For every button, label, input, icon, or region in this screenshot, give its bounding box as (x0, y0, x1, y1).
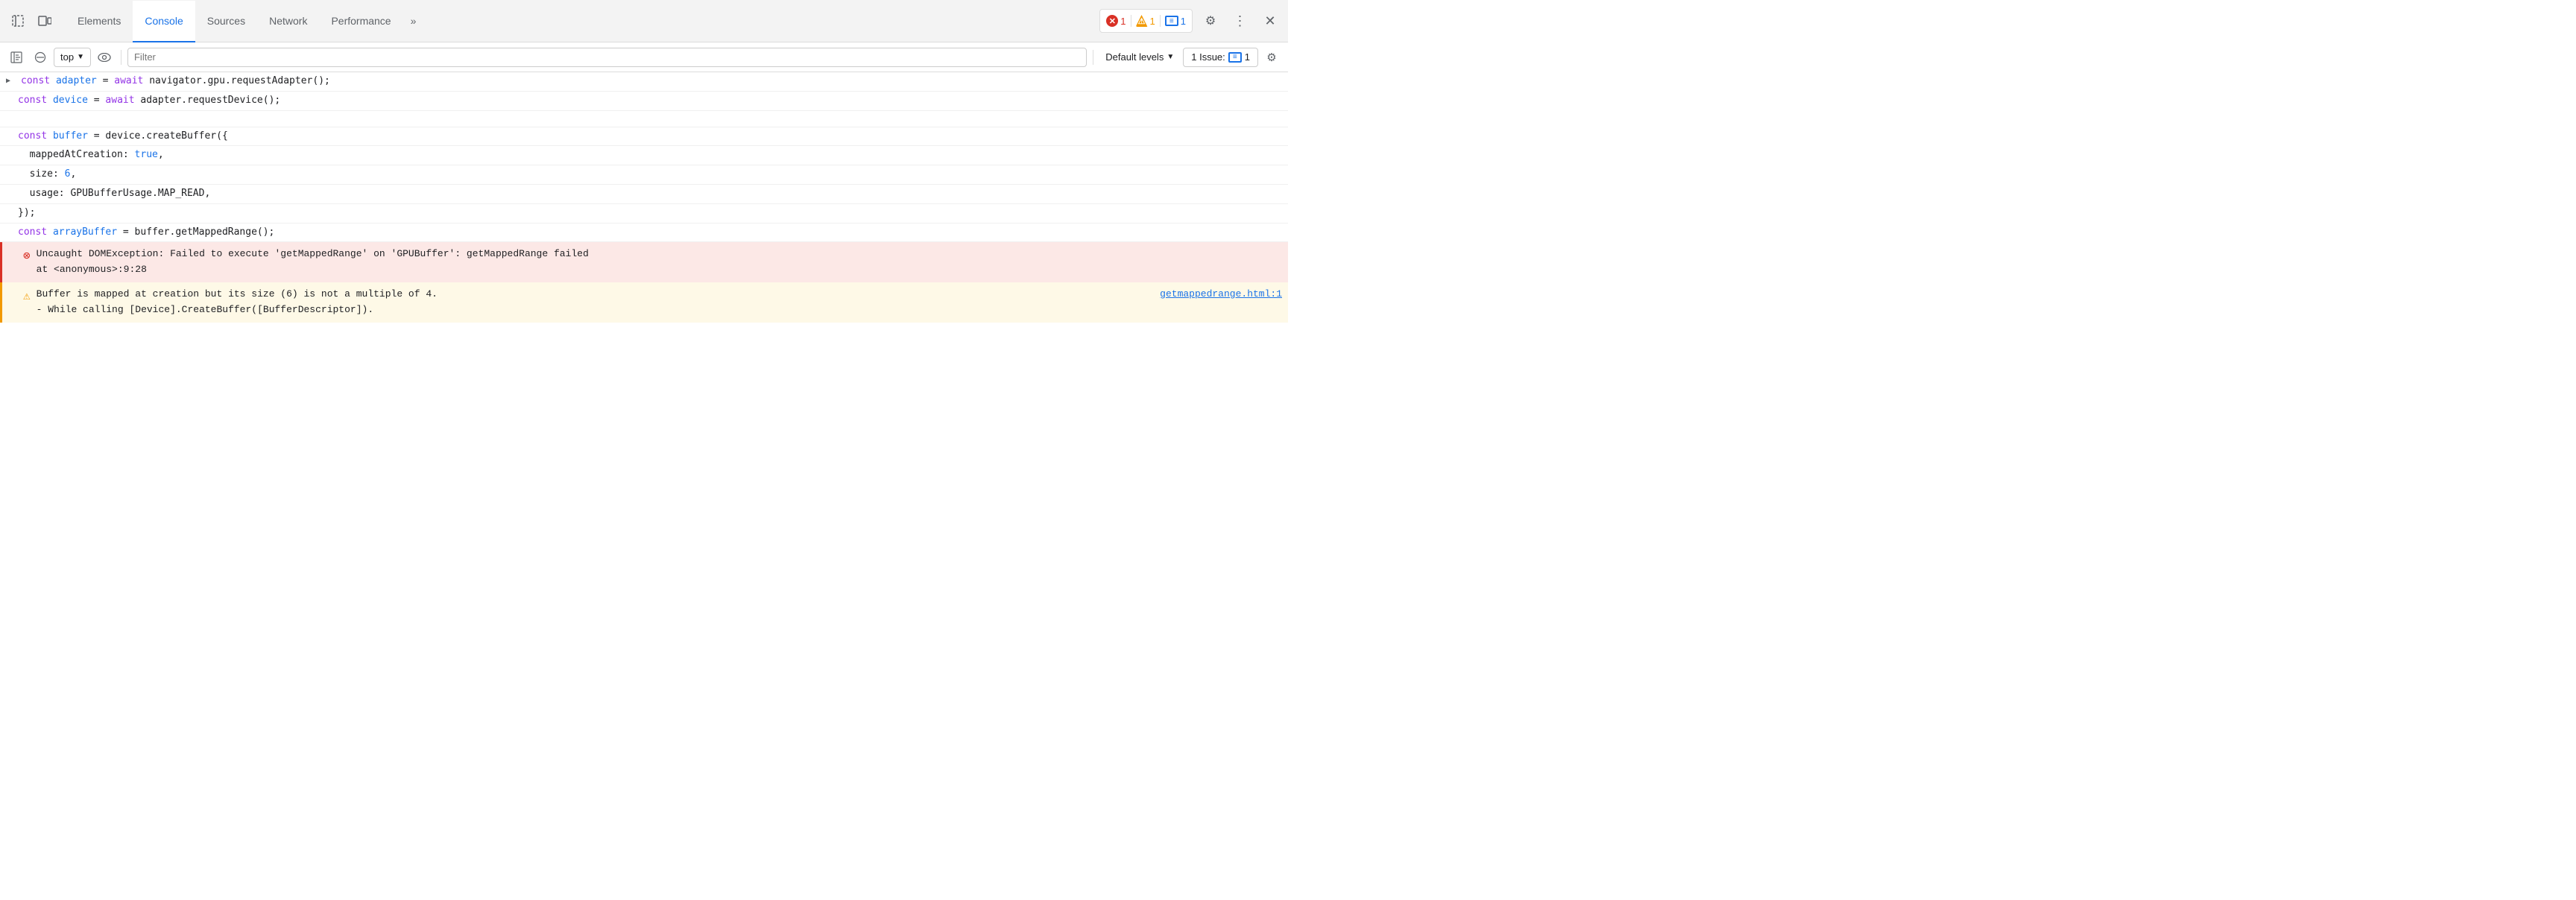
tab-network[interactable]: Network (257, 1, 319, 42)
more-options-button[interactable]: ⋮ (1228, 9, 1252, 33)
console-blank-line (0, 111, 1288, 127)
warning-message: ⚠ Buffer is mapped at creation but its s… (0, 282, 1288, 323)
error-sub-text: at <anonymous>:9:28 (37, 262, 589, 278)
warning-triangle-icon: ⚠ (23, 288, 31, 307)
issues-button[interactable]: 1 Issue: ≡ 1 (1183, 48, 1258, 67)
gear-icon: ⚙ (1266, 51, 1276, 64)
console-toolbar: top ▼ Default levels ▼ 1 Issue: ≡ 1 ⚙ (0, 42, 1288, 72)
console-line: const device = await adapter.requestDevi… (0, 92, 1288, 111)
devtools-icons (6, 9, 57, 33)
error-circle-icon: ✕ (1106, 15, 1118, 27)
clear-console-button[interactable] (30, 47, 51, 68)
filter-input[interactable] (127, 48, 1087, 67)
inspect-element-button[interactable] (6, 9, 30, 33)
console-line: ▶ const adapter = await navigator.gpu.re… (0, 72, 1288, 92)
console-line: mappedAtCreation: true, (0, 146, 1288, 165)
warning-main-text: Buffer is mapped at creation but its siz… (37, 287, 1155, 302)
chevron-down-icon: ▼ (1167, 53, 1174, 61)
message-badge: ≡ 1 (1165, 16, 1186, 27)
error-main-text: Uncaught DOMException: Failed to execute… (37, 247, 589, 262)
console-output: ▶ const adapter = await navigator.gpu.re… (0, 72, 1288, 450)
console-line: usage: GPUBufferUsage.MAP_READ, (0, 185, 1288, 204)
context-selector[interactable]: top ▼ (54, 48, 91, 67)
tab-bar-right: ✕ 1 ⚠ 1 ≡ 1 ⚙ ⋮ ✕ (1099, 9, 1282, 33)
console-line: size: 6, (0, 165, 1288, 185)
console-line: const arrayBuffer = buffer.getMappedRang… (0, 224, 1288, 243)
main-tabs: Elements Console Sources Network Perform… (66, 0, 423, 42)
warning-badge: ⚠ 1 (1136, 15, 1155, 27)
tab-elements[interactable]: Elements (66, 1, 133, 42)
issue-badges[interactable]: ✕ 1 ⚠ 1 ≡ 1 (1099, 9, 1193, 33)
console-line: const buffer = device.createBuffer({ (0, 127, 1288, 147)
console-settings-button[interactable]: ⚙ (1261, 47, 1282, 68)
tab-sources[interactable]: Sources (195, 1, 257, 42)
more-tabs-button[interactable]: » (403, 0, 424, 42)
warning-triangle-icon: ⚠ (1136, 15, 1148, 27)
settings-button[interactable]: ⚙ (1199, 9, 1222, 33)
close-icon: ✕ (1264, 13, 1275, 29)
tab-performance[interactable]: Performance (319, 1, 402, 42)
badge-divider-2 (1160, 15, 1161, 27)
gear-icon: ⚙ (1205, 13, 1216, 28)
close-devtools-button[interactable]: ✕ (1258, 9, 1282, 33)
issues-message-icon: ≡ (1228, 52, 1242, 63)
warning-sub-text: - While calling [Device].CreateBuffer([B… (37, 302, 1155, 318)
console-line: }); (0, 204, 1288, 224)
error-message: ⊗ Uncaught DOMException: Failed to execu… (0, 242, 1288, 282)
message-icon: ≡ (1165, 16, 1178, 26)
tab-bar: Elements Console Sources Network Perform… (0, 0, 1288, 42)
main-layout: top ▼ Default levels ▼ 1 Issue: ≡ 1 ⚙ (0, 42, 1288, 450)
chevron-down-icon: ▼ (77, 53, 84, 61)
three-dot-icon: ⋮ (1234, 13, 1248, 29)
error-circle-icon: ⊗ (23, 247, 31, 267)
tab-console[interactable]: Console (133, 1, 195, 42)
log-levels-selector[interactable]: Default levels ▼ (1099, 50, 1180, 64)
expand-arrow-icon[interactable]: ▶ (6, 76, 18, 88)
sidebar-toggle-button[interactable] (6, 47, 27, 68)
error-badge: ✕ 1 (1106, 15, 1126, 27)
device-toolbar-button[interactable] (33, 9, 57, 33)
warning-source-link[interactable]: getmappedrange.html:1 (1160, 287, 1282, 302)
live-expressions-button[interactable] (94, 47, 115, 68)
